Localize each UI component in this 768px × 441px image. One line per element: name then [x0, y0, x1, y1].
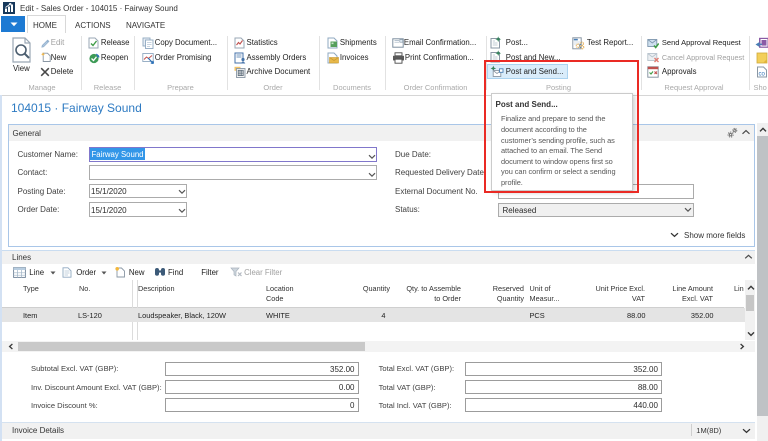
svg-text:co: co [758, 72, 765, 78]
